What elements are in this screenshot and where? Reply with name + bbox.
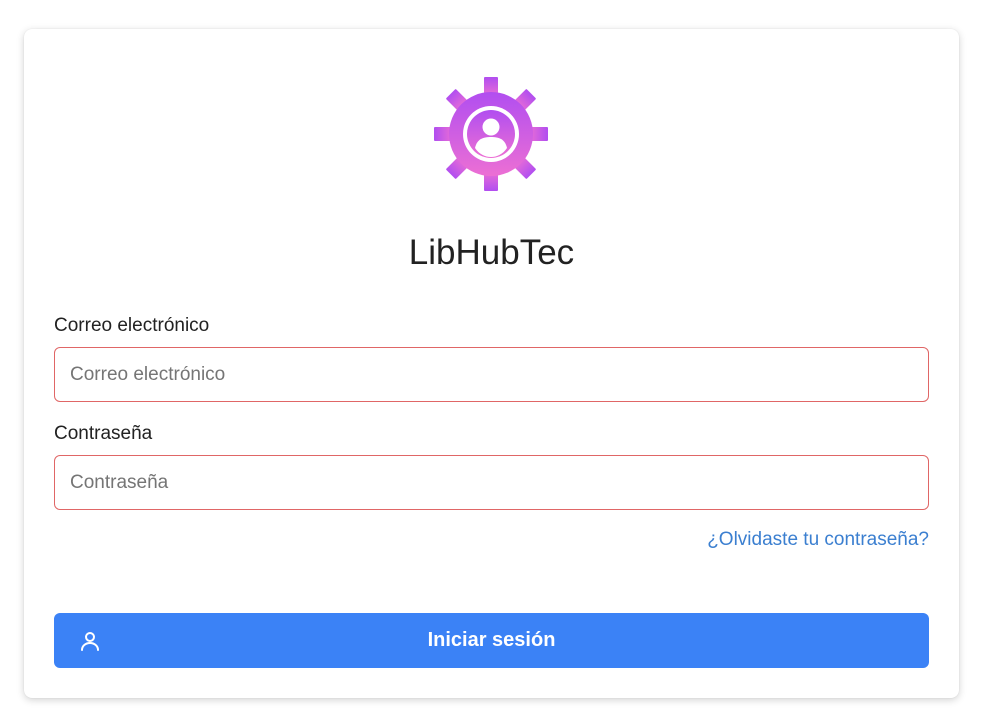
login-button[interactable]: Iniciar sesión (54, 613, 929, 668)
gear-user-icon (434, 77, 548, 191)
login-button-label: Iniciar sesión (427, 629, 556, 651)
password-input[interactable] (54, 455, 929, 510)
login-card: LibHubTec Correo electrónico Contraseña … (24, 29, 959, 698)
password-label: Contraseña (54, 423, 153, 444)
forgot-password-link[interactable]: ¿Olvidaste tu contraseña? (707, 529, 929, 551)
email-label: Correo electrónico (54, 315, 210, 336)
email-input[interactable] (54, 347, 929, 402)
app-title: LibHubTec (408, 233, 575, 272)
user-icon (78, 629, 102, 653)
